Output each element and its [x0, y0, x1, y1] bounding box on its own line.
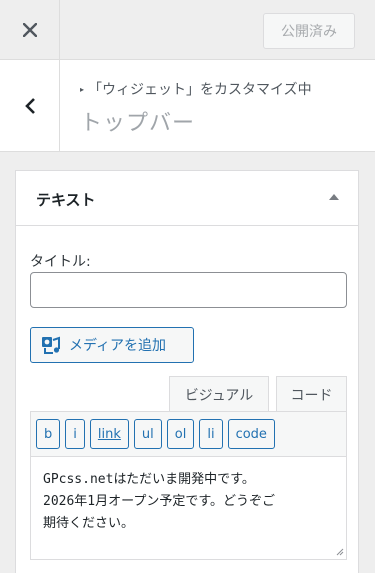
- close-customizer-button[interactable]: [0, 0, 60, 60]
- tab-visual[interactable]: ビジュアル: [169, 376, 269, 412]
- chevron-left-icon: [24, 97, 35, 114]
- close-icon: [22, 23, 37, 37]
- widget-header[interactable]: テキスト: [16, 171, 358, 226]
- quicktags-toolbar: b i link ul ol li code: [30, 411, 347, 457]
- breadcrumb-text: 「ウィジェット」をカスタマイズ中: [88, 82, 312, 98]
- section-header: ▸ 「ウィジェット」をカスタマイズ中 トップバー: [0, 60, 375, 152]
- section-title: トップバー: [80, 111, 196, 136]
- customizer-header: 公開済み: [0, 0, 375, 60]
- breadcrumb: ▸ 「ウィジェット」をカスタマイズ中: [80, 79, 312, 99]
- publish-button[interactable]: 公開済み: [263, 13, 355, 49]
- media-icon: [42, 336, 60, 354]
- ul-tag-button[interactable]: ul: [133, 419, 162, 449]
- code-tag-button[interactable]: code: [227, 419, 275, 449]
- tab-code[interactable]: コード: [276, 376, 347, 412]
- bold-tag-button[interactable]: b: [36, 419, 61, 449]
- title-input[interactable]: [30, 272, 347, 308]
- link-tag-button[interactable]: link: [89, 419, 129, 449]
- content-textarea[interactable]: GPcss.netはただいま開発中です。 2026年1月オープン予定です。どうぞ…: [30, 456, 347, 560]
- add-media-button[interactable]: メディアを追加: [30, 327, 194, 363]
- text-widget-panel: テキスト タイトル: メディアを追加 ビジュアル コード b i link ul…: [15, 170, 359, 573]
- resize-handle-icon[interactable]: [336, 548, 344, 556]
- add-media-label: メディアを追加: [69, 338, 167, 354]
- widget-title: テキスト: [36, 191, 96, 209]
- caret-right-icon: ▸: [80, 85, 85, 94]
- li-tag-button[interactable]: li: [199, 419, 223, 449]
- ol-tag-button[interactable]: ol: [166, 419, 195, 449]
- collapse-arrow-icon[interactable]: [329, 194, 339, 200]
- title-field-label: タイトル:: [30, 254, 91, 270]
- italic-tag-button[interactable]: i: [65, 419, 85, 449]
- back-button[interactable]: [0, 60, 60, 151]
